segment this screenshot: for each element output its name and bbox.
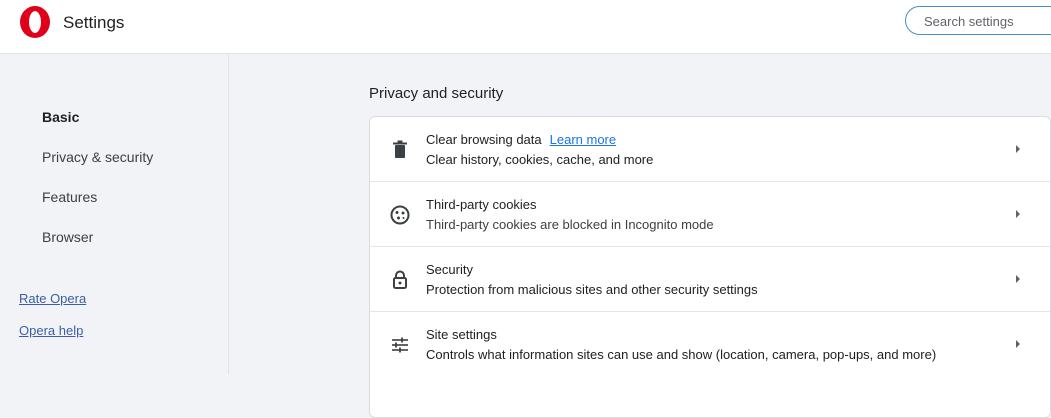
privacy-card: Clear browsing data Learn more Clear hist… bbox=[369, 116, 1051, 418]
row-subtitle: Third-party cookies are blocked in Incog… bbox=[426, 217, 714, 232]
lock-icon bbox=[393, 270, 407, 289]
trash-icon bbox=[393, 140, 407, 158]
chevron-right-icon bbox=[1016, 145, 1020, 153]
sidebar-item-features[interactable]: Features bbox=[42, 189, 97, 205]
search-input[interactable]: Search settings bbox=[905, 6, 1051, 35]
row-subtitle: Controls what information sites can use … bbox=[426, 347, 937, 362]
rate-opera-link[interactable]: Rate Opera bbox=[19, 291, 86, 306]
row-title-text: Clear browsing data bbox=[426, 132, 542, 147]
clear-browsing-data-row[interactable]: Clear browsing data Learn more Clear hist… bbox=[370, 117, 1050, 182]
row-title: Security bbox=[426, 262, 473, 277]
opera-help-link[interactable]: Opera help bbox=[19, 323, 83, 338]
top-bar: Settings Search settings bbox=[0, 0, 1051, 54]
sliders-icon bbox=[392, 337, 408, 353]
chevron-right-icon bbox=[1016, 340, 1020, 348]
row-title: Clear browsing data Learn more bbox=[426, 132, 616, 147]
learn-more-link[interactable]: Learn more bbox=[550, 132, 616, 147]
chevron-right-icon bbox=[1016, 210, 1020, 218]
page-title: Settings bbox=[63, 13, 125, 32]
row-subtitle: Protection from malicious sites and othe… bbox=[426, 282, 758, 297]
third-party-cookies-row[interactable]: Third-party cookies Third-party cookies … bbox=[370, 182, 1050, 247]
search-placeholder: Search settings bbox=[924, 14, 1014, 29]
row-subtitle: Clear history, cookies, cache, and more bbox=[426, 152, 654, 167]
cookie-icon bbox=[390, 205, 410, 225]
security-row[interactable]: Security Protection from malicious sites… bbox=[370, 247, 1050, 312]
chevron-right-icon bbox=[1016, 275, 1020, 283]
row-title: Third-party cookies bbox=[426, 197, 537, 212]
sidebar-item-basic[interactable]: Basic bbox=[42, 109, 79, 125]
section-title: Privacy and security bbox=[369, 85, 504, 102]
site-settings-row[interactable]: Site settings Controls what information … bbox=[370, 312, 1050, 376]
sidebar-item-privacy-security[interactable]: Privacy & security bbox=[42, 149, 153, 165]
opera-logo-icon bbox=[20, 6, 50, 38]
sidebar-item-browser[interactable]: Browser bbox=[42, 229, 93, 245]
sidebar: Basic Privacy & security Features Browse… bbox=[0, 54, 229, 374]
row-title: Site settings bbox=[426, 327, 497, 342]
main-content: Privacy and security Clear browsing data… bbox=[229, 54, 1051, 418]
